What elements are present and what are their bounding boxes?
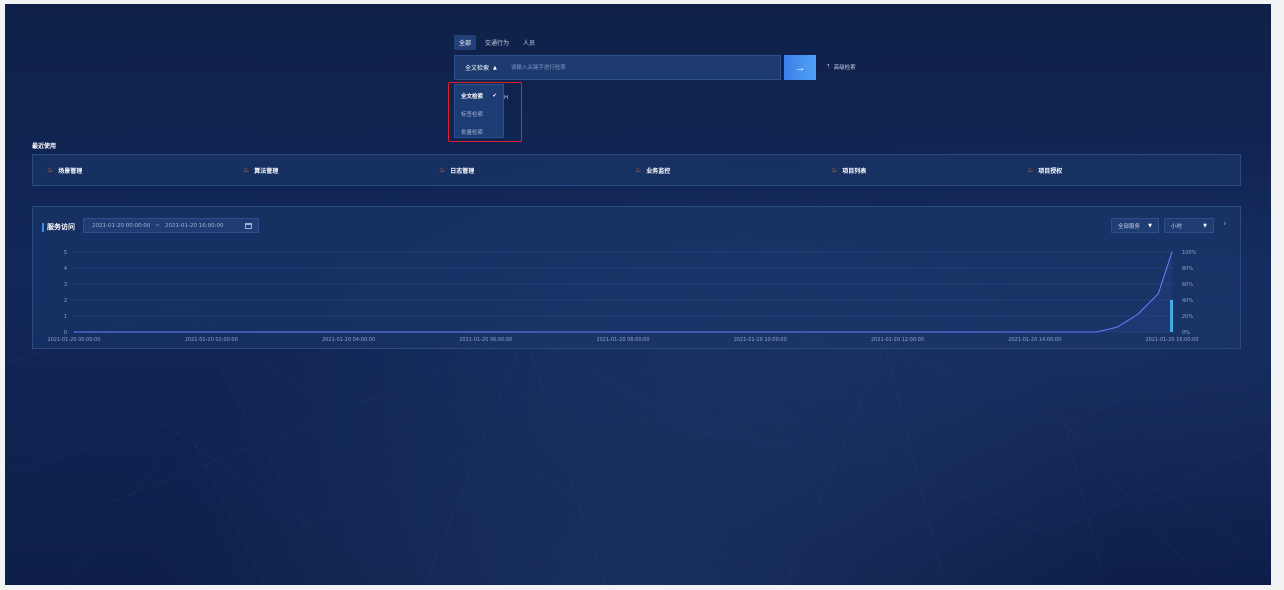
fire-icon: ♨: [439, 166, 446, 174]
advanced-search-label: 高级检索: [833, 65, 856, 71]
y2-tick-label: 0%: [1182, 330, 1190, 336]
recent-item-monitor[interactable]: ♨ 业务监控: [621, 155, 817, 185]
y2-tick-label: 20%: [1182, 314, 1193, 320]
fire-icon: ♨: [635, 166, 642, 174]
fire-icon: ♨: [243, 166, 250, 174]
search-type-select[interactable]: 全文检索 ▲: [455, 56, 507, 79]
upload-icon: ⇡: [826, 64, 831, 70]
y-tick-label: 2: [64, 298, 67, 304]
fire-icon: ♨: [47, 166, 54, 174]
y-tick-label: 5: [64, 250, 67, 256]
search-tabs: 全部 交通行为 人员: [454, 35, 540, 50]
line-series: [74, 251, 1173, 333]
x-tick-label: 2021-01-20 08:00:00: [596, 337, 649, 343]
recent-item-label: 日志管理: [450, 167, 475, 175]
recent-item-label: 场景管理: [58, 167, 83, 175]
search-tab-all[interactable]: 全部: [454, 35, 477, 50]
recent-item-projects[interactable]: ♨ 项目列表: [817, 155, 1013, 185]
x-tick-label: 2021-01-20 16:00:00: [1145, 337, 1198, 343]
y-tick-label: 4: [64, 266, 67, 272]
recent-item-scene[interactable]: ♨ 场景管理: [33, 155, 229, 185]
x-tick-label: 2021-01-20 14:00:00: [1008, 337, 1061, 343]
y2-tick-label: 40%: [1182, 298, 1193, 304]
recent-item-label: 算法管理: [254, 167, 279, 175]
x-tick-label: 2021-01-20 12:00:00: [871, 337, 924, 343]
recent-item-algorithm[interactable]: ♨ 算法管理: [229, 155, 425, 185]
highlight-annotation-box: [448, 82, 522, 142]
app-window: 全部 交通行为 人员 全文检索 ▲ → ⇡ 高级检索 全文检索 ✔ 标签检索 批…: [5, 4, 1271, 585]
search-input[interactable]: [506, 56, 780, 79]
recent-panel: ♨ 场景管理 ♨ 算法管理 ♨ 日志管理 ♨ 业务监控 ♨ 项目列表 ♨ 项目授…: [32, 154, 1241, 186]
x-tick-label: 2021-01-20 02:00:00: [185, 337, 238, 343]
search-tab-traffic[interactable]: 交通行为: [480, 35, 514, 50]
x-tick-label: 2021-01-20 10:00:00: [734, 337, 787, 343]
recent-title: 最近使用: [32, 143, 57, 150]
service-access-panel: 服务访问 2021-01-20 00:00:00 ~ 2021-01-20 16…: [32, 206, 1241, 349]
caret-up-icon: ▲: [493, 64, 497, 71]
y2-tick-label: 80%: [1182, 266, 1193, 272]
y-tick-label: 0: [64, 330, 67, 336]
y-tick-label: 3: [64, 282, 67, 288]
recent-item-auth[interactable]: ♨ 项目授权: [1013, 155, 1209, 185]
search-bar: 全文检索 ▲: [454, 55, 781, 80]
recent-item-label: 业务监控: [646, 167, 671, 175]
x-tick-label: 2021-01-20 06:00:00: [459, 337, 512, 343]
recent-item-label: 项目授权: [1038, 167, 1063, 175]
recent-item-label: 项目列表: [842, 167, 867, 175]
search-submit-button[interactable]: →: [784, 55, 816, 80]
recent-item-log[interactable]: ♨ 日志管理: [425, 155, 621, 185]
line-area: [74, 252, 1172, 332]
search-type-label: 全文检索: [465, 65, 490, 72]
y-tick-label: 1: [64, 314, 67, 320]
search-tab-people[interactable]: 人员: [518, 35, 540, 50]
x-tick-label: 2021-01-20 04:00:00: [322, 337, 375, 343]
y2-tick-label: 100%: [1182, 250, 1197, 256]
advanced-search-link[interactable]: ⇡ 高级检索: [826, 63, 856, 71]
y2-tick-label: 60%: [1182, 282, 1193, 288]
x-tick-label: 2021-01-20 00:00:00: [47, 337, 100, 343]
arrow-right-icon: →: [794, 61, 806, 74]
service-chart: 0 1 2 3 4 5 0% 20% 40% 60% 80% 100% 2021-01-20 00:00…: [47, 250, 1198, 343]
fire-icon: ♨: [1027, 166, 1034, 174]
fire-icon: ♨: [831, 166, 838, 174]
